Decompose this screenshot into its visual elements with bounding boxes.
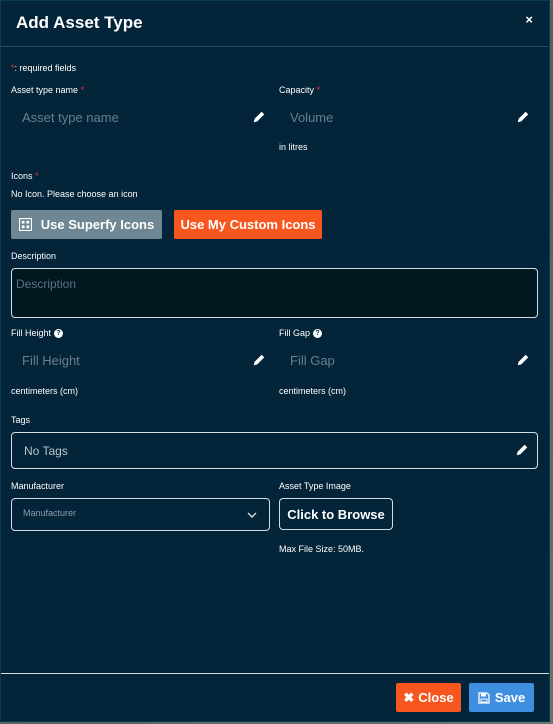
fill-gap-label-text: Fill Gap [279, 328, 311, 338]
manufacturer-label: Manufacturer [11, 481, 65, 491]
footer-divider [1, 673, 549, 674]
fill-height-unit: centimeters (cm) [11, 386, 79, 396]
asset-type-name-label: Asset type name * [11, 85, 84, 95]
use-superfy-icons-label: Use Superfy Icons [40, 217, 155, 232]
fill-gap-placeholder: Fill Gap [290, 353, 335, 368]
tags-placeholder: No Tags [24, 444, 68, 458]
fill-gap-unit: centimeters (cm) [279, 386, 347, 396]
required-star: * [316, 85, 321, 95]
close-button-label: Close [418, 690, 454, 705]
icons-label-text: Icons [11, 171, 33, 181]
capacity-placeholder: Volume [290, 110, 334, 125]
required-star: * [80, 85, 85, 95]
save-button-label: Save [494, 690, 526, 705]
tags-input[interactable]: No Tags [11, 432, 538, 469]
pencil-icon[interactable] [516, 353, 530, 367]
pencil-icon[interactable] [515, 443, 529, 457]
icons-label: Icons * [11, 171, 39, 181]
asset-type-image-label: Asset Type Image [279, 481, 351, 491]
icons-status: No Icon. Please choose an icon [11, 189, 138, 199]
fill-height-label: Fill Height? [11, 328, 64, 339]
manufacturer-placeholder: Manufacturer [23, 508, 77, 518]
use-custom-icons-label: Use My Custom Icons [180, 217, 316, 232]
close-icon[interactable]: × [525, 12, 533, 27]
capacity-label: Capacity * [279, 85, 320, 95]
save-button[interactable]: Save [469, 683, 534, 712]
click-to-browse-button[interactable]: Click to Browse [279, 498, 393, 530]
use-superfy-icons-button[interactable]: Use Superfy Icons [11, 210, 162, 239]
fill-gap-label: Fill Gap? [279, 328, 323, 339]
use-custom-icons-button[interactable]: Use My Custom Icons [174, 210, 322, 239]
required-fields-note: *: required fields [11, 63, 76, 73]
fill-height-input[interactable]: Fill Height [11, 345, 270, 377]
fill-height-label-text: Fill Height [11, 328, 52, 338]
asset-type-name-input[interactable]: Asset type name [11, 102, 270, 134]
capacity-input[interactable]: Volume [279, 102, 538, 134]
capacity-label-text: Capacity [279, 85, 315, 95]
help-icon[interactable]: ? [54, 329, 64, 339]
description-label: Description [11, 251, 57, 261]
add-asset-type-dialog: Add Asset Type × *: required fields Asse… [0, 0, 550, 722]
times-icon: ✖ [403, 689, 415, 705]
max-file-size-note: Max File Size: 50MB. [279, 544, 365, 554]
tags-label: Tags [11, 415, 31, 425]
pencil-icon[interactable] [516, 110, 530, 124]
save-icon [478, 691, 490, 704]
required-star: * [35, 171, 39, 181]
required-fields-text: : required fields [14, 63, 77, 73]
fill-height-placeholder: Fill Height [22, 353, 80, 368]
help-icon[interactable]: ? [313, 329, 323, 339]
close-button[interactable]: ✖ Close [396, 683, 461, 712]
chevron-down-icon [247, 512, 257, 518]
asset-type-name-placeholder: Asset type name [22, 110, 119, 125]
dialog-title: Add Asset Type [16, 13, 143, 32]
manufacturer-select[interactable]: Manufacturer [11, 498, 270, 531]
fill-gap-input[interactable]: Fill Gap [279, 345, 538, 377]
capacity-unit: in litres [279, 142, 308, 152]
asset-type-name-label-text: Asset type name [11, 85, 79, 95]
description-textarea[interactable]: Description [11, 268, 538, 318]
dialog-header: Add Asset Type × [1, 1, 549, 47]
description-placeholder: Description [16, 277, 77, 291]
pencil-icon[interactable] [252, 110, 266, 124]
grid-icon [18, 218, 32, 231]
pencil-icon[interactable] [252, 353, 266, 367]
